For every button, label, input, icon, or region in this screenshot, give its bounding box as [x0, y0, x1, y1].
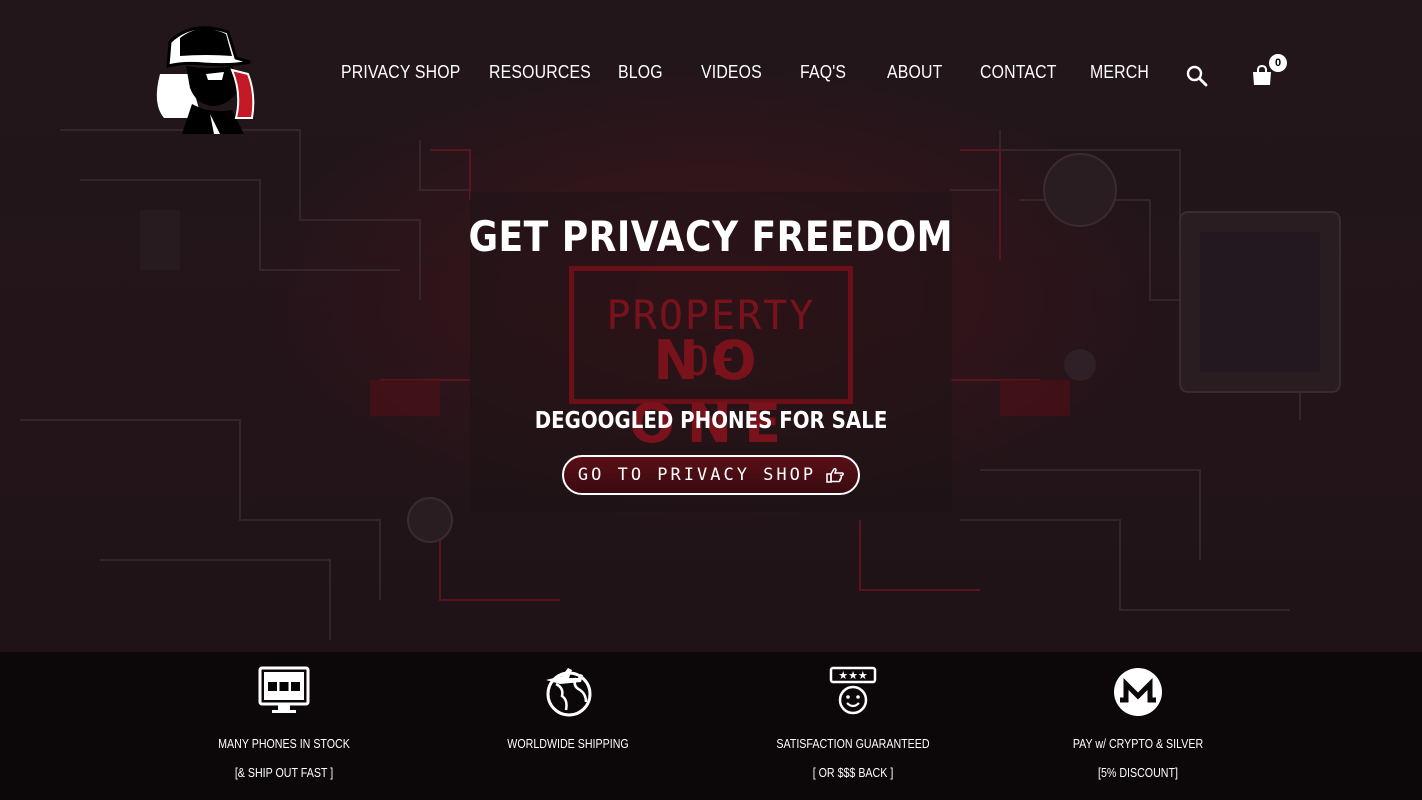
feature-shipping: WORLDWIDE SHIPPING: [448, 652, 688, 800]
nav-item-about[interactable]: ABOUT: [887, 62, 942, 83]
cta-label: GO TO PRIVACY SHOP: [577, 465, 817, 485]
hero-subheadline-text: DEGOOGLED PHONES FOR SALE: [534, 408, 888, 434]
feature-satisfaction-title: SATISFACTION GUARANTEED: [776, 736, 930, 751]
svg-text:★★★: ★★★: [838, 669, 868, 682]
go-to-privacy-shop-button[interactable]: GO TO PRIVACY SHOP: [562, 455, 860, 495]
feature-crypto-title: PAY w/ CRYPTO & SILVER: [1072, 736, 1204, 751]
hero-headline: GET PRIVACY FREEDOM: [0, 212, 1422, 261]
feature-satisfaction-subtitle: [ OR $$$ BACK ]: [812, 765, 894, 780]
nav-item-blog[interactable]: BLOG: [618, 62, 663, 83]
feature-crypto-subtitle: [5% DISCOUNT]: [1098, 765, 1178, 780]
feature-crypto: PAY w/ CRYPTO & SILVER [5% DISCOUNT]: [1018, 652, 1258, 800]
rating-smiley-icon: ★★★: [829, 666, 877, 715]
nav-item-merch[interactable]: MERCH: [1090, 62, 1149, 83]
nav-item-videos[interactable]: VIDEOS: [701, 62, 762, 83]
features-bar: MANY PHONES IN STOCK [& SHIP OUT FAST ] …: [0, 652, 1422, 800]
hero-subheadline: DEGOOGLED PHONES FOR SALE: [0, 408, 1422, 434]
feature-shipping-title: WORLDWIDE SHIPPING: [507, 736, 629, 751]
stamp-line-2: NO ONE: [629, 329, 793, 455]
property-of-no-one-stamp: PROPERTY OF NO ONE: [569, 266, 853, 455]
feature-satisfaction: ★★★ SATISFACTION GUARANTEED [ OR $$$ BAC…: [733, 652, 973, 800]
cart-count-badge: 0: [1269, 54, 1287, 72]
nav-item-privacy-shop[interactable]: PRIVACY SHOP: [341, 62, 460, 83]
pointing-hand-icon: [826, 467, 844, 483]
feature-stock-subtitle: [& SHIP OUT FAST ]: [234, 765, 334, 780]
globe-plane-icon: [546, 668, 592, 717]
nav-item-contact[interactable]: CONTACT: [980, 62, 1057, 83]
feature-stock-title: MANY PHONES IN STOCK: [218, 736, 350, 751]
monitor-boxes-icon: [258, 666, 310, 713]
nav-item-resources[interactable]: RESOURCES: [489, 62, 591, 83]
monero-icon: [1114, 668, 1162, 716]
feature-stock: MANY PHONES IN STOCK [& SHIP OUT FAST ]: [164, 652, 404, 800]
hero-headline-text: GET PRIVACY FREEDOM: [468, 212, 954, 261]
nav-item-faqs[interactable]: FAQ'S: [800, 62, 846, 83]
search-icon[interactable]: [1185, 64, 1209, 88]
